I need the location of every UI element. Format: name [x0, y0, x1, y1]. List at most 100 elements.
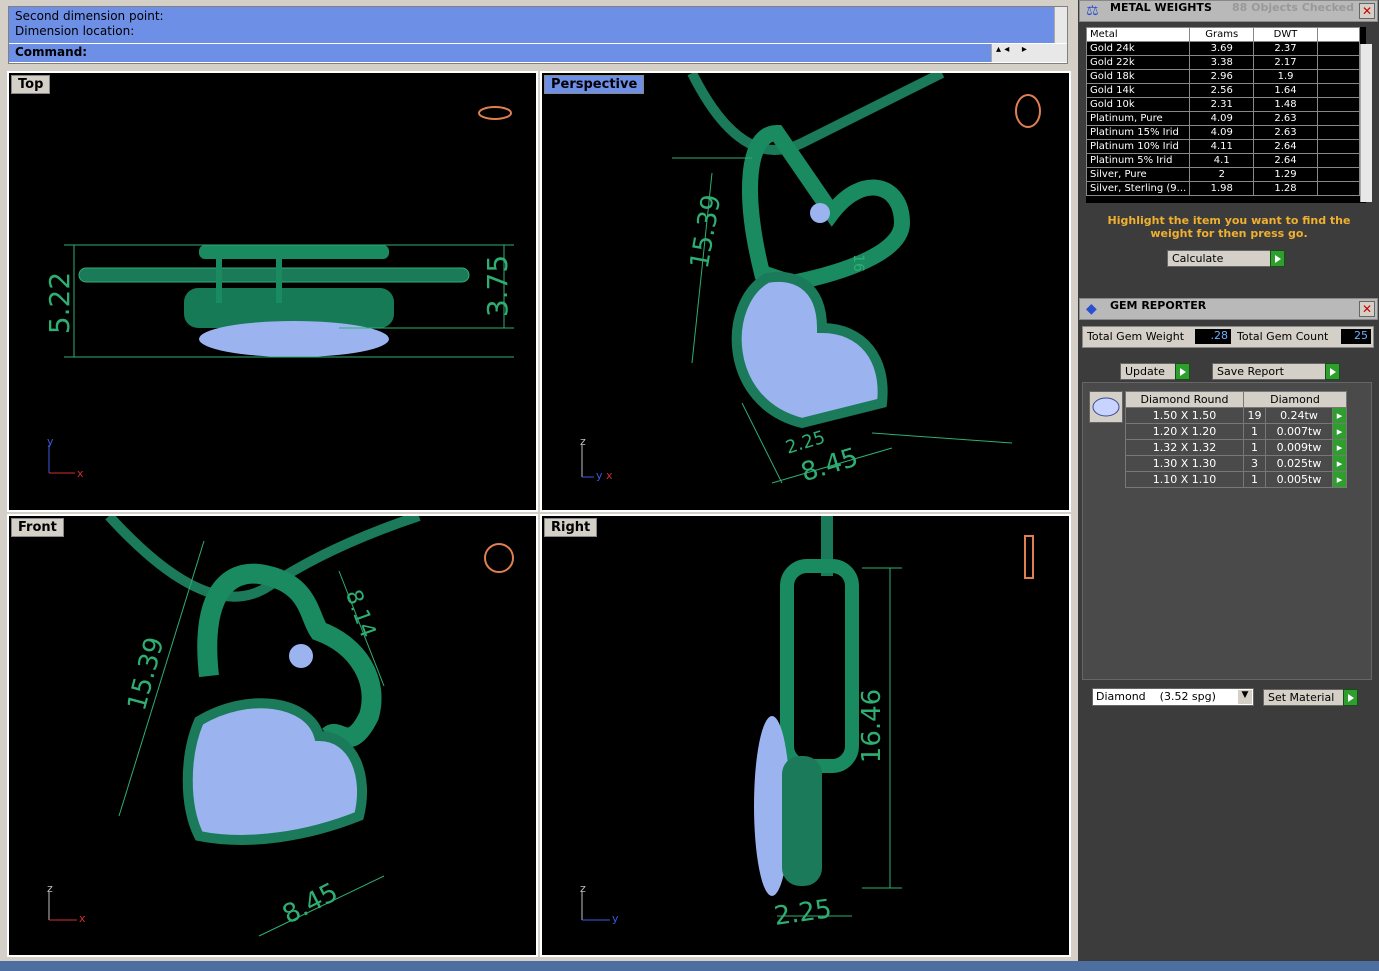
metal-table[interactable]: Metal Grams DWT Gold 24k 3.69 2.37 Gold 22k…: [1086, 27, 1366, 203]
go-icon[interactable]: ▸: [1332, 455, 1347, 472]
table-cell: [1316, 83, 1361, 98]
go-icon[interactable]: [1325, 363, 1340, 380]
viewport-perspective[interactable]: 15.39 8.45 2.25 16 z y x Perspective: [540, 71, 1071, 512]
gem-reporter-header: ◆ GEM REPORTER ✕: [1079, 298, 1378, 320]
table-cell: 1.20 X 1.20: [1125, 423, 1244, 440]
table-row[interactable]: Gold 18k 2.96 1.9: [1086, 69, 1361, 84]
table-cell: 2.17: [1253, 55, 1318, 70]
go-icon[interactable]: ▸: [1332, 423, 1347, 440]
front-model: 15.39 8.14 8.45 z x: [47, 516, 514, 937]
dimension-label: 8.45: [278, 877, 343, 930]
axis-label: z: [580, 435, 586, 448]
table-row[interactable]: 1.50 X 1.50 19 0.24tw ▸: [1125, 407, 1347, 424]
top-model: 5.22 3.75 y x: [43, 106, 514, 480]
close-icon[interactable]: ✕: [1359, 3, 1375, 19]
table-cell: Silver, Sterling (9...: [1086, 181, 1191, 196]
table-cell: 1.98: [1189, 181, 1255, 196]
dimension-label: 8.14: [340, 586, 380, 641]
objects-checked: 88 Objects Checked: [1232, 1, 1354, 14]
table-cell: 1.50 X 1.50: [1125, 407, 1244, 424]
ring-icon: [478, 106, 512, 120]
table-cell: 4.09: [1189, 111, 1255, 126]
table-cell: [1316, 181, 1361, 196]
table-cell: 0.007tw: [1264, 423, 1334, 440]
table-cell: 0.009tw: [1264, 439, 1334, 456]
table-cell: 2.31: [1189, 97, 1255, 112]
ring-icon: [1015, 94, 1041, 128]
diamond-icon: [1089, 391, 1123, 423]
dimension-label: 16.46: [857, 689, 887, 763]
column-header[interactable]: Metal: [1086, 27, 1191, 42]
viewport-top[interactable]: 5.22 3.75 y x Top: [7, 71, 538, 512]
viewport-label[interactable]: Front: [11, 518, 64, 537]
table-row[interactable]: Platinum 15% Irid 4.09 2.63: [1086, 125, 1361, 140]
table-row[interactable]: Silver, Sterling (9... 1.98 1.28: [1086, 181, 1361, 196]
command-prompt[interactable]: Command:: [9, 44, 991, 62]
table-row[interactable]: Platinum, Pure 4.09 2.63: [1086, 111, 1361, 126]
table-cell: Platinum 15% Irid: [1086, 125, 1191, 140]
table-cell: Gold 24k: [1086, 41, 1191, 56]
axis-label: y: [612, 912, 619, 925]
update-button[interactable]: Update: [1120, 363, 1190, 380]
table-cell: [1316, 125, 1361, 140]
button-label: Save Report: [1217, 365, 1284, 378]
table-cell: 1.32 X 1.32: [1125, 439, 1244, 456]
calculate-button[interactable]: Calculate: [1167, 250, 1285, 267]
viewport-label[interactable]: Right: [544, 518, 598, 537]
taskbar: [0, 961, 1379, 971]
table-row[interactable]: Silver, Pure 2 1.29: [1086, 167, 1361, 182]
column-header[interactable]: DWT: [1253, 27, 1318, 42]
table-cell: [1316, 41, 1361, 56]
close-icon[interactable]: ✕: [1359, 301, 1375, 317]
table-cell: 3.69: [1189, 41, 1255, 56]
viewport-right[interactable]: 16.46 2.25 z y Right: [540, 514, 1071, 957]
axis-label: y: [596, 469, 603, 482]
metal-weights-header: ⚖ METAL WEIGHTS 88 Objects Checked ✕: [1079, 0, 1378, 22]
material-select[interactable]: Diamond (3.52 spg): [1092, 688, 1254, 706]
table-cell: 1.9: [1253, 69, 1318, 84]
viewport-label[interactable]: Top: [11, 75, 51, 94]
chevron-down-icon[interactable]: ▼: [1238, 690, 1252, 704]
ring-icon: [1024, 535, 1034, 579]
table-cell: Gold 22k: [1086, 55, 1191, 70]
table-row[interactable]: Gold 14k 2.56 1.64: [1086, 83, 1361, 98]
table-row[interactable]: 1.30 X 1.30 3 0.025tw ▸: [1125, 455, 1347, 472]
table-cell: [1316, 69, 1361, 84]
table-row[interactable]: 1.32 X 1.32 1 0.009tw ▸: [1125, 439, 1347, 456]
command-scrollbar[interactable]: [1054, 7, 1067, 43]
table-row[interactable]: Platinum 10% Irid 4.11 2.64: [1086, 139, 1361, 154]
viewport-front[interactable]: 15.39 8.14 8.45 z x Front: [7, 514, 538, 957]
table-row[interactable]: Gold 22k 3.38 2.17: [1086, 55, 1361, 70]
dimension-label: 16: [850, 254, 866, 272]
command-area: Second dimension point: Dimension locati…: [8, 6, 1068, 64]
gem-list-area: Diamond Round Diamond 1.50 X 1.50 19 0.24t…: [1082, 382, 1372, 680]
viewport-label[interactable]: Perspective: [544, 75, 645, 94]
table-row[interactable]: Platinum 5% Irid 4.1 2.64: [1086, 153, 1361, 168]
table-row[interactable]: 1.10 X 1.10 1 0.005tw ▸: [1125, 471, 1347, 488]
total-weight-label: Total Gem Weight: [1087, 330, 1185, 343]
go-icon[interactable]: ▸: [1332, 439, 1347, 456]
save-report-button[interactable]: Save Report: [1212, 363, 1340, 380]
set-material-button[interactable]: Set Material: [1263, 689, 1358, 706]
command-spinner[interactable]: ▴ ◂ ▸: [991, 44, 1067, 62]
go-icon[interactable]: [1343, 689, 1358, 706]
go-icon[interactable]: [1270, 250, 1285, 267]
table-row[interactable]: Gold 24k 3.69 2.37: [1086, 41, 1361, 56]
total-count-field[interactable]: 25: [1341, 329, 1371, 344]
table-cell: 3: [1243, 455, 1266, 472]
gem-table[interactable]: Diamond Round Diamond 1.50 X 1.50 19 0.24t…: [1125, 391, 1347, 488]
go-icon[interactable]: [1175, 363, 1190, 380]
table-cell: 1.64: [1253, 83, 1318, 98]
go-icon[interactable]: ▸: [1332, 407, 1347, 424]
table-cell: Silver, Pure: [1086, 167, 1191, 182]
axis-label: y: [47, 435, 54, 448]
table-row[interactable]: 1.20 X 1.20 1 0.007tw ▸: [1125, 423, 1347, 440]
command-history: Second dimension point: Dimension locati…: [9, 7, 1054, 43]
metal-table-scrollbar[interactable]: [1360, 44, 1372, 202]
go-icon[interactable]: ▸: [1332, 471, 1347, 488]
table-row[interactable]: Gold 10k 2.31 1.48: [1086, 97, 1361, 112]
button-label: Update: [1125, 365, 1165, 378]
table-cell: [1316, 97, 1361, 112]
total-weight-field[interactable]: .28: [1195, 329, 1231, 344]
column-header[interactable]: Grams: [1189, 27, 1255, 42]
